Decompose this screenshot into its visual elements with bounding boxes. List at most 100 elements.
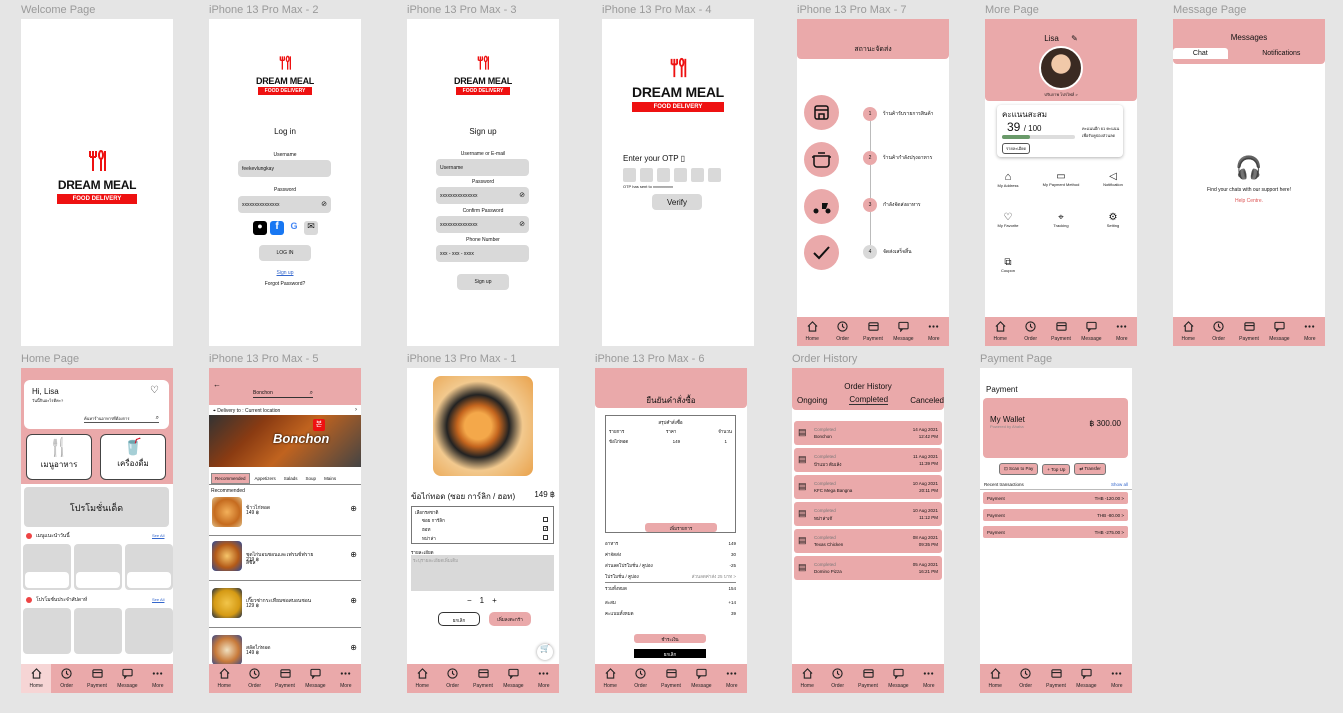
order-row[interactable]: ▤ Completed Texas Chicken 08 Aug 2021 09:35 … bbox=[794, 529, 942, 553]
search-input[interactable]: ค้นหาร้านอาหารที่ต้องการ ⌕ bbox=[84, 415, 159, 423]
nav-more[interactable]: More bbox=[914, 664, 944, 693]
tab-mains[interactable]: Mains bbox=[321, 474, 339, 483]
order-row[interactable]: ▤ Completed ป้าแมว ต้มเล้ง 11 Aug 2021 11:39… bbox=[794, 448, 942, 472]
chevron-right-icon[interactable]: › bbox=[355, 407, 357, 413]
nav-order[interactable]: Order bbox=[1015, 317, 1045, 346]
plus-button[interactable]: + bbox=[492, 596, 497, 605]
nav-payment[interactable]: Payment bbox=[1234, 317, 1264, 346]
menu-setting[interactable]: ⚙ Setting bbox=[1098, 212, 1128, 228]
promo-card[interactable] bbox=[23, 608, 71, 654]
nav-payment[interactable]: Payment bbox=[270, 664, 300, 693]
cancel-button[interactable]: ยกเลิก bbox=[438, 612, 480, 626]
nav-message[interactable]: Message bbox=[1264, 317, 1294, 346]
note-textarea[interactable]: ระบุรายละเอียดเพิ่มเติม bbox=[411, 555, 554, 591]
nav-payment[interactable]: Payment bbox=[858, 317, 888, 346]
nav-more[interactable]: More bbox=[331, 664, 361, 693]
nav-home[interactable]: Home bbox=[792, 664, 822, 693]
facebook-icon[interactable]: f bbox=[270, 221, 284, 235]
see-all-link[interactable]: See All bbox=[152, 533, 164, 538]
otp-digit[interactable] bbox=[657, 168, 670, 182]
mail-icon[interactable]: ✉ bbox=[304, 221, 318, 235]
food-category[interactable]: 🍴 เมนูอาหาร bbox=[26, 434, 92, 480]
nav-payment[interactable]: Payment bbox=[656, 664, 686, 693]
password-field[interactable]: xxxxxxxxxxxxxxx ⊘ bbox=[238, 196, 331, 213]
nav-more[interactable]: More bbox=[1295, 317, 1325, 346]
tab-soup[interactable]: Soup bbox=[303, 474, 320, 483]
otp-digit[interactable] bbox=[708, 168, 721, 182]
avatar[interactable] bbox=[1039, 46, 1083, 90]
points-detail-button[interactable]: รายละเอียด bbox=[1002, 143, 1031, 154]
transaction-row[interactable]: Payment THB -275.00 > bbox=[983, 526, 1128, 538]
nav-more[interactable]: More bbox=[1102, 664, 1132, 693]
nav-home[interactable]: Home bbox=[985, 317, 1015, 346]
nav-message[interactable]: Message bbox=[300, 664, 330, 693]
menu-my-address[interactable]: ⌂ My Address bbox=[993, 171, 1023, 188]
add-icon[interactable]: ⊕ bbox=[350, 504, 357, 513]
username-field[interactable]: feekevlungkay bbox=[238, 160, 331, 177]
menu-favorite[interactable]: ♡ My Favorite bbox=[993, 212, 1023, 228]
tab-ongoing[interactable]: Ongoing bbox=[797, 396, 827, 405]
nav-message[interactable]: Message bbox=[1076, 317, 1106, 346]
transaction-row[interactable]: Payment THB -120.00 > bbox=[983, 492, 1128, 504]
help-centre-link[interactable]: Help Centre. bbox=[1173, 198, 1325, 204]
edit-icon[interactable]: ✎ bbox=[1071, 34, 1078, 43]
nav-message[interactable]: Message bbox=[1071, 664, 1101, 693]
order-row[interactable]: ▤ Completed หม่าล่าเจ๊ 10 Aug 2021 11:12 PM bbox=[794, 502, 942, 526]
menu-notification[interactable]: ◁ Notification bbox=[1098, 171, 1128, 187]
tab-salads[interactable]: Salads bbox=[281, 474, 301, 483]
nav-home[interactable]: Home bbox=[21, 664, 52, 693]
username-field[interactable]: Username bbox=[436, 159, 529, 176]
nav-payment[interactable]: Payment bbox=[1041, 664, 1071, 693]
option-checkbox[interactable] bbox=[543, 535, 548, 540]
confirm-password-field[interactable]: xxxxxxxxxxxxxxx ⊘ bbox=[436, 216, 529, 233]
see-all-link[interactable]: See All bbox=[152, 597, 164, 602]
promo-card[interactable] bbox=[125, 608, 173, 654]
order-row[interactable]: ▤ Completed Bonchon 14 Aug 2021 12:42 PM bbox=[794, 421, 942, 445]
otp-digit[interactable] bbox=[623, 168, 636, 182]
nav-more[interactable]: More bbox=[529, 664, 559, 693]
nav-message[interactable]: Message bbox=[888, 317, 918, 346]
menu-card[interactable] bbox=[74, 544, 122, 590]
nav-order[interactable]: Order bbox=[625, 664, 655, 693]
phone-field[interactable]: xxx - xxx - xxxx bbox=[436, 245, 529, 262]
top-up-button[interactable]: + Top Up bbox=[1042, 463, 1071, 475]
coupon-selector[interactable]: ส่วนลดค่าส่ง 25 บาท > bbox=[692, 573, 736, 580]
otp-digit[interactable] bbox=[674, 168, 687, 182]
otp-digit[interactable] bbox=[691, 168, 704, 182]
forgot-password-link[interactable]: Forgot Password? bbox=[209, 281, 361, 287]
delivery-location[interactable]: ⌖ Delivery to : Current location bbox=[213, 408, 280, 414]
add-icon[interactable]: ⊕ bbox=[350, 550, 357, 559]
nav-home[interactable]: Home bbox=[209, 664, 239, 693]
heart-icon[interactable]: ♡ bbox=[150, 385, 159, 396]
drink-category[interactable]: 🥤 เครื่องดื่ม bbox=[100, 434, 166, 480]
tab-completed[interactable]: Completed bbox=[849, 395, 889, 405]
search-icon[interactable]: ⌕ bbox=[156, 415, 159, 422]
nav-order[interactable]: Order bbox=[51, 664, 81, 693]
search-input[interactable]: Bonchon ⌕ bbox=[253, 390, 313, 398]
otp-digit[interactable] bbox=[640, 168, 653, 182]
nav-payment[interactable]: Payment bbox=[468, 664, 498, 693]
menu-card[interactable] bbox=[125, 544, 173, 590]
option-checkbox-checked[interactable]: ✓ bbox=[543, 526, 548, 532]
promo-banner[interactable]: โปรโมชั่นเด็ด bbox=[24, 487, 169, 527]
menu-item[interactable]: เกี๊ยวซ่ากระเทียมซอสบอนชอน 129 ฿ ⊕ bbox=[209, 581, 361, 628]
menu-payment-method[interactable]: ▭ My Payment Method bbox=[1036, 171, 1086, 187]
apple-icon[interactable]: ● bbox=[253, 221, 267, 235]
add-item-button[interactable]: เพิ่มรายการ bbox=[645, 523, 717, 532]
promo-card[interactable] bbox=[74, 608, 122, 654]
tab-recommended[interactable]: Recommended bbox=[211, 473, 250, 484]
google-icon[interactable]: G bbox=[287, 221, 301, 235]
nav-home[interactable]: Home bbox=[797, 317, 827, 346]
menu-card[interactable] bbox=[23, 544, 71, 590]
password-field[interactable]: xxxxxxxxxxxxxxx ⊘ bbox=[436, 187, 529, 204]
minus-button[interactable]: − bbox=[467, 596, 472, 605]
nav-message[interactable]: Message bbox=[883, 664, 913, 693]
show-all-link[interactable]: Show all bbox=[1111, 482, 1128, 487]
nav-order[interactable]: Order bbox=[239, 664, 269, 693]
pay-button[interactable]: ชำระเงิน bbox=[634, 634, 706, 643]
eye-off-icon[interactable]: ⊘ bbox=[519, 191, 525, 199]
nav-message[interactable]: Message bbox=[498, 664, 528, 693]
menu-item[interactable]: สลัดไก่ทอด 149 ฿ ⊕ bbox=[209, 628, 361, 668]
nav-order[interactable]: Order bbox=[822, 664, 852, 693]
nav-more[interactable]: More bbox=[1107, 317, 1137, 346]
